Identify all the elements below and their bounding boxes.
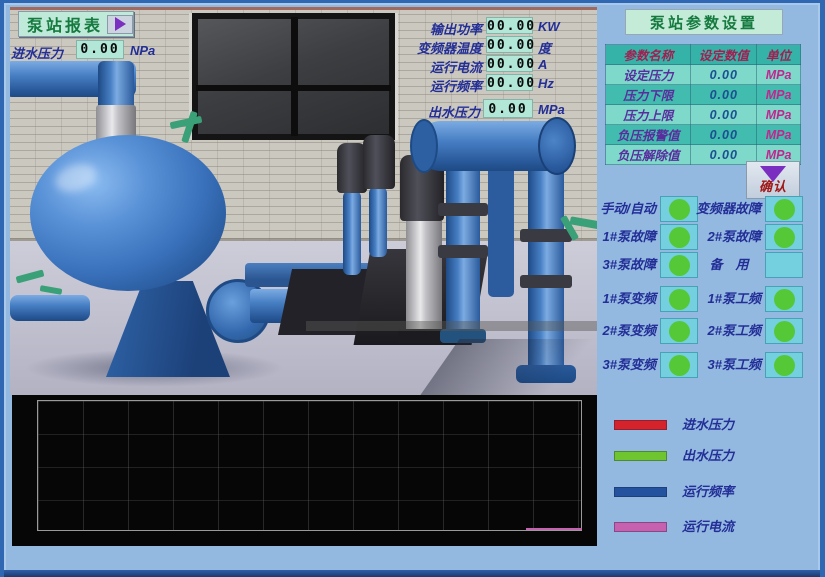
confirm-button[interactable]: 确认 bbox=[746, 161, 800, 199]
readout-label-power: 输出功率 bbox=[384, 19, 482, 38]
pump1-column bbox=[343, 191, 361, 275]
status-label-pump3-vfd: 3#泵变频 bbox=[564, 352, 656, 378]
inlet-pressure-label: 进水压力 bbox=[11, 43, 63, 62]
legend-label-freq: 运行频率 bbox=[682, 486, 792, 498]
confirm-button-label: 确认 bbox=[759, 176, 787, 195]
status-label-pump1-fault: 1#泵故障 bbox=[564, 224, 656, 250]
legend-label-current: 运行电流 bbox=[682, 521, 792, 533]
table-row: 设定压力 0.00 MPa bbox=[606, 65, 801, 85]
manifold-cap-left bbox=[410, 119, 438, 173]
pump3-barrel bbox=[406, 221, 442, 331]
readout-label-temp: 变频器温度 bbox=[384, 38, 482, 57]
pressure-high-limit-input[interactable]: 0.00 bbox=[691, 105, 757, 125]
outlet-pressure-label: 出水压力 bbox=[384, 102, 480, 121]
inlet-pressure-value: 0.00 bbox=[76, 40, 124, 59]
lamp-spare bbox=[765, 252, 803, 278]
readout-unit-current: A bbox=[538, 57, 547, 72]
trend-chart bbox=[12, 395, 597, 546]
readout-value-power: 00.00 bbox=[486, 17, 533, 34]
manifold-cap-right bbox=[538, 117, 576, 175]
status-label-pump1-vfd: 1#泵变频 bbox=[564, 286, 656, 312]
col-header-value: 设定数值 bbox=[691, 45, 757, 65]
report-button[interactable]: 泵站报表 bbox=[18, 11, 134, 37]
readout-label-current: 运行电流 bbox=[384, 57, 482, 76]
legend-swatch-outlet bbox=[614, 451, 667, 461]
status-label-manual-auto: 手动/自动 bbox=[564, 196, 656, 222]
neg-pressure-alarm-input[interactable]: 0.00 bbox=[691, 125, 757, 145]
col-header-name: 参数名称 bbox=[606, 45, 691, 65]
legend-swatch-current bbox=[614, 522, 667, 532]
window-mullion-vertical bbox=[291, 17, 298, 136]
play-icon bbox=[115, 17, 126, 31]
table-header-row: 参数名称 设定数值 单位 bbox=[606, 45, 801, 65]
status-label-pump3-mains: 3#泵工频 bbox=[669, 352, 761, 378]
play-icon-box[interactable] bbox=[107, 15, 133, 34]
table-row: 压力上限 0.00 MPa bbox=[606, 105, 801, 125]
pressure-tank bbox=[30, 135, 226, 291]
current-trace-line bbox=[526, 528, 582, 530]
status-label-pump1-mains: 1#泵工频 bbox=[669, 286, 761, 312]
wall-skirting-shadow bbox=[306, 321, 597, 331]
wall-top-edge bbox=[10, 7, 597, 10]
readout-unit-power: KW bbox=[538, 19, 560, 34]
riser-rear bbox=[488, 157, 514, 297]
outlet-pressure-value: 0.00 bbox=[483, 99, 533, 118]
pressure-low-limit-input[interactable]: 0.00 bbox=[691, 85, 757, 105]
col-header-unit: 单位 bbox=[757, 45, 801, 65]
lamp-pump2-mains bbox=[765, 318, 803, 344]
hmi-screen: 泵站报表 进水压力 0.00 NPa 输出功率 00.00 KW 变频器温度 0… bbox=[0, 0, 825, 577]
suction-pipe-left bbox=[10, 295, 90, 321]
trend-plot-area bbox=[37, 400, 582, 531]
outlet-pressure-unit: MPa bbox=[538, 102, 565, 117]
pump2-column bbox=[369, 187, 387, 257]
readout-label-freq: 运行频率 bbox=[384, 76, 482, 95]
lamp-pump1-mains bbox=[765, 286, 803, 312]
readout-value-freq: 00.00 bbox=[486, 74, 533, 91]
lamp-pump3-mains bbox=[765, 352, 803, 378]
status-label-pump2-mains: 2#泵工频 bbox=[669, 318, 761, 344]
window bbox=[192, 13, 395, 140]
readout-value-temp: 00.00 bbox=[486, 36, 533, 53]
parameter-table: 参数名称 设定数值 单位 设定压力 0.00 MPa 压力下限 0.00 MPa… bbox=[605, 44, 801, 165]
table-row: 压力下限 0.00 MPa bbox=[606, 85, 801, 105]
bottom-frame-strip bbox=[0, 570, 825, 577]
readout-value-current: 00.00 bbox=[486, 55, 533, 72]
setpoint-pressure-input[interactable]: 0.00 bbox=[691, 65, 757, 85]
legend-label-outlet: 出水压力 bbox=[682, 450, 792, 462]
riser1-flange-b bbox=[438, 245, 488, 258]
readout-unit-temp: 度 bbox=[538, 38, 551, 57]
status-label-vfd-fault: 变频器故障 bbox=[669, 196, 761, 222]
status-label-pump3-fault: 3#泵故障 bbox=[564, 252, 656, 278]
status-label-pump2-fault: 2#泵故障 bbox=[669, 224, 761, 250]
legend-label-inlet: 进水压力 bbox=[682, 419, 792, 431]
pump2-motor bbox=[363, 135, 395, 189]
lamp-vfd-fault bbox=[765, 196, 803, 222]
table-row: 负压报警值 0.00 MPa bbox=[606, 125, 801, 145]
status-label-pump2-vfd: 2#泵变频 bbox=[564, 318, 656, 344]
inlet-pressure-unit: NPa bbox=[130, 43, 155, 58]
lamp-pump2-fault bbox=[765, 224, 803, 250]
window-mullion-horizontal bbox=[196, 85, 391, 91]
report-button-label: 泵站报表 bbox=[19, 12, 107, 36]
legend-swatch-freq bbox=[614, 487, 667, 497]
legend-swatch-inlet bbox=[614, 420, 667, 430]
settings-panel-title: 泵站参数设置 bbox=[625, 9, 783, 35]
readout-unit-freq: Hz bbox=[538, 76, 554, 91]
riser1-flange-a bbox=[438, 203, 488, 216]
status-label-spare: 备 用 bbox=[669, 252, 761, 278]
